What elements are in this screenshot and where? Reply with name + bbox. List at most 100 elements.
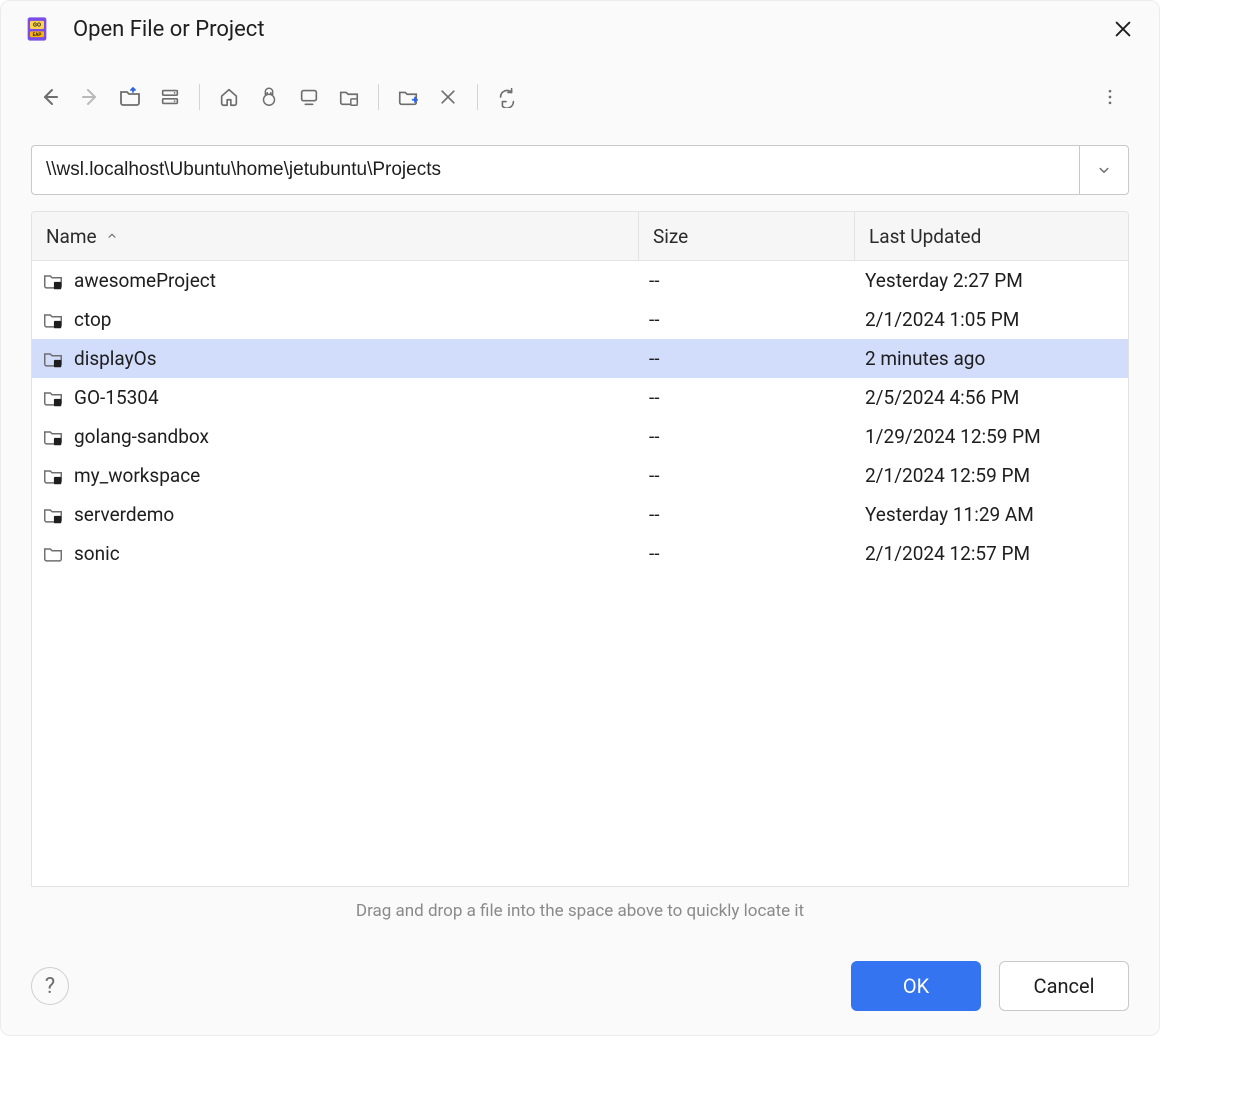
wsl-button[interactable]	[250, 78, 288, 116]
folder-plus-icon	[397, 86, 419, 108]
dialog-content: Name Size Last Updated awesomeProject--Y…	[1, 59, 1159, 921]
dialog-footer: ? OK Cancel	[1, 941, 1159, 1035]
cell-size: --	[639, 269, 855, 292]
table-row[interactable]: golang-sandbox --1/29/2024 12:59 PM	[32, 417, 1128, 456]
linux-icon	[258, 86, 280, 108]
home-button[interactable]	[210, 78, 248, 116]
cell-name: sonic	[32, 542, 639, 565]
refresh-button[interactable]	[488, 78, 526, 116]
cell-last-updated: 2/1/2024 12:59 PM	[855, 464, 1128, 487]
folder-module-icon	[42, 270, 64, 292]
help-button[interactable]: ?	[31, 967, 69, 1005]
svg-text:EAP: EAP	[33, 32, 42, 38]
toolbar	[31, 59, 1129, 119]
file-name: my_workspace	[74, 464, 200, 487]
cell-last-updated: 2/1/2024 1:05 PM	[855, 308, 1128, 331]
delete-button[interactable]	[429, 78, 467, 116]
path-row	[31, 145, 1129, 195]
path-input[interactable]	[31, 145, 1079, 195]
file-name: serverdemo	[74, 503, 174, 526]
home-icon	[218, 86, 240, 108]
cell-size: --	[639, 542, 855, 565]
cell-size: --	[639, 503, 855, 526]
table-row[interactable]: awesomeProject--Yesterday 2:27 PM	[32, 261, 1128, 300]
table-row[interactable]: serverdemo --Yesterday 11:29 AM	[32, 495, 1128, 534]
file-name: displayOs	[74, 347, 157, 370]
cell-name: ctop	[32, 308, 639, 331]
folder-module-icon	[42, 504, 64, 526]
help-icon: ?	[45, 974, 55, 999]
titlebar: GO EAP Open File or Project	[1, 1, 1159, 59]
table-row[interactable]: displayOs --2 minutes ago	[32, 339, 1128, 378]
table-row[interactable]: my_workspace --2/1/2024 12:59 PM	[32, 456, 1128, 495]
dialog-title: Open File or Project	[73, 17, 1109, 42]
more-button[interactable]	[1091, 78, 1129, 116]
column-header-last-updated-label: Last Updated	[869, 225, 981, 248]
open-file-dialog: GO EAP Open File or Project	[0, 0, 1160, 1036]
folder-module-icon	[42, 465, 64, 487]
folder-up-button[interactable]	[111, 78, 149, 116]
cell-last-updated: 2/1/2024 12:57 PM	[855, 542, 1128, 565]
cell-last-updated: Yesterday 11:29 AM	[855, 503, 1128, 526]
toolbar-separator	[199, 84, 200, 110]
cell-name: my_workspace	[32, 464, 639, 487]
ok-button[interactable]: OK	[851, 961, 981, 1011]
arrow-left-icon	[38, 85, 62, 109]
close-icon	[1112, 18, 1134, 40]
column-header-name-label: Name	[46, 225, 97, 248]
folder-module-icon	[42, 348, 64, 370]
cell-last-updated: Yesterday 2:27 PM	[855, 269, 1128, 292]
folder-project-icon	[338, 86, 360, 108]
file-name: ctop	[74, 308, 111, 331]
cell-last-updated: 1/29/2024 12:59 PM	[855, 425, 1128, 448]
cell-size: --	[639, 464, 855, 487]
folder-module-icon	[42, 426, 64, 448]
desktop-button[interactable]	[290, 78, 328, 116]
column-header-size[interactable]: Size	[639, 212, 855, 260]
drives-button[interactable]	[151, 78, 189, 116]
table-row[interactable]: GO-15304 --2/5/2024 4:56 PM	[32, 378, 1128, 417]
cell-last-updated: 2 minutes ago	[855, 347, 1128, 370]
file-table: Name Size Last Updated awesomeProject--Y…	[31, 211, 1129, 887]
app-icon: GO EAP	[23, 15, 51, 43]
back-button[interactable]	[31, 78, 69, 116]
cell-name: displayOs	[32, 347, 639, 370]
cancel-button[interactable]: Cancel	[999, 961, 1129, 1011]
cancel-button-label: Cancel	[1034, 974, 1095, 998]
forward-button[interactable]	[71, 78, 109, 116]
cell-size: --	[639, 425, 855, 448]
chevron-down-icon	[1095, 161, 1113, 179]
folder-module-icon	[42, 309, 64, 331]
refresh-icon	[496, 86, 518, 108]
file-table-header: Name Size Last Updated	[32, 212, 1128, 261]
file-name: golang-sandbox	[74, 425, 209, 448]
drive-icon	[159, 86, 181, 108]
table-row[interactable]: ctop --2/1/2024 1:05 PM	[32, 300, 1128, 339]
folder-up-icon	[118, 85, 142, 109]
new-folder-button[interactable]	[389, 78, 427, 116]
column-header-last-updated[interactable]: Last Updated	[855, 212, 1128, 260]
column-header-name[interactable]: Name	[32, 212, 639, 260]
ok-button-label: OK	[903, 974, 929, 998]
cell-last-updated: 2/5/2024 4:56 PM	[855, 386, 1128, 409]
folder-module-icon	[42, 387, 64, 409]
file-name: GO-15304	[74, 386, 159, 409]
path-history-dropdown[interactable]	[1079, 145, 1129, 195]
kebab-icon	[1100, 87, 1120, 107]
cell-size: --	[639, 386, 855, 409]
toolbar-separator	[477, 84, 478, 110]
cell-size: --	[639, 347, 855, 370]
cell-name: golang-sandbox	[32, 425, 639, 448]
svg-text:GO: GO	[33, 23, 41, 29]
cell-name: serverdemo	[32, 503, 639, 526]
column-header-size-label: Size	[653, 225, 688, 248]
x-icon	[438, 87, 458, 107]
cell-name: GO-15304	[32, 386, 639, 409]
cell-size: --	[639, 308, 855, 331]
folder-icon	[42, 543, 64, 565]
project-dir-button[interactable]	[330, 78, 368, 116]
arrow-right-icon	[78, 85, 102, 109]
table-row[interactable]: sonic--2/1/2024 12:57 PM	[32, 534, 1128, 573]
monitor-icon	[298, 86, 320, 108]
close-button[interactable]	[1109, 15, 1137, 43]
